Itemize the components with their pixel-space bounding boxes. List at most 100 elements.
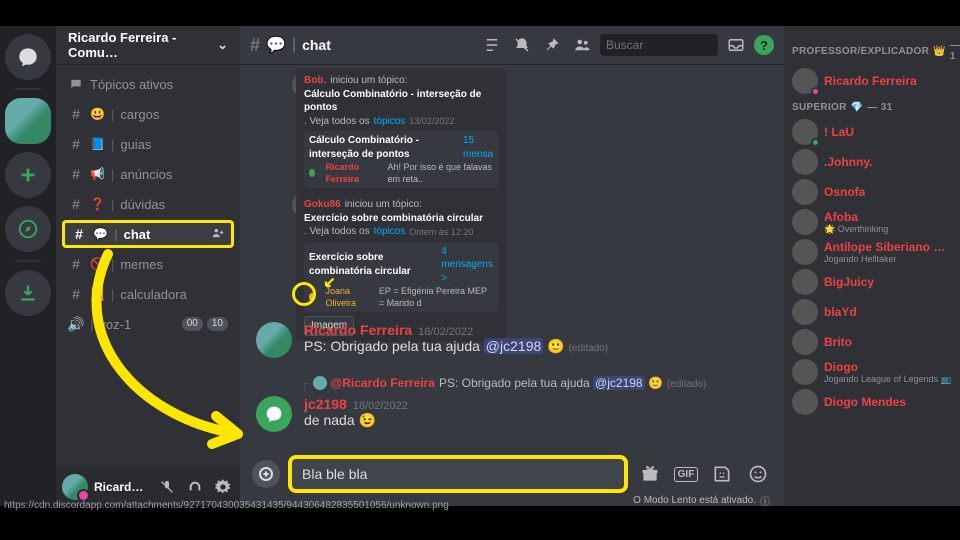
member-name: ! LaU (824, 125, 854, 139)
mention[interactable]: @jc2198 (593, 376, 645, 390)
member-avatar (792, 149, 818, 175)
member-name: Antílope Siberiano Par… (824, 240, 952, 254)
channel-item-guias[interactable]: #📘|guias (62, 130, 234, 158)
mention[interactable]: @jc2198 (484, 338, 543, 354)
members-toggle-button[interactable] (570, 33, 594, 57)
thread-author: Goku86 (304, 198, 341, 212)
status-dot (811, 138, 820, 147)
channel-emoji: ❓ (90, 197, 105, 211)
add-user-icon[interactable] (211, 226, 225, 243)
member-row[interactable]: Diogo Mendes (790, 387, 954, 417)
emoji-icon: 🙂 (547, 338, 564, 354)
channel-name: voz-1 (99, 317, 175, 332)
bar-icon: | (114, 227, 118, 242)
chevron-down-icon: ⌄ (217, 37, 228, 53)
bar-icon: | (111, 137, 114, 152)
message-input[interactable] (302, 466, 614, 482)
member-name: Ricardo Ferreira (824, 74, 917, 88)
pinned-button[interactable] (540, 33, 564, 57)
emoji-button[interactable] (744, 460, 772, 488)
annotation-circle (292, 282, 316, 306)
sticker-button[interactable] (708, 460, 736, 488)
message-list[interactable]: Bob. iniciou um tópico: Cálculo Combinat… (240, 64, 784, 450)
see-all-link[interactable]: tópicos (374, 115, 406, 129)
explore-button[interactable] (5, 206, 51, 252)
help-button[interactable]: ? (754, 35, 774, 55)
channel-emoji: 💬 (266, 35, 286, 55)
channel-item-memes[interactable]: # 🚫 | memes (62, 250, 234, 278)
message-author[interactable]: Ricardo Ferreira (304, 322, 412, 338)
hash-icon: # (68, 256, 84, 272)
member-row[interactable]: BigJuicy (790, 267, 954, 297)
channel-item-chat[interactable]: #💬|chat (62, 220, 234, 248)
server-header[interactable]: Ricardo Ferreira - Comu… ⌄ (56, 26, 240, 64)
gift-button[interactable] (636, 460, 664, 488)
add-server-button[interactable] (5, 152, 51, 198)
member-activity: 🌟 Overthinking (824, 224, 888, 235)
attach-button[interactable] (252, 460, 280, 488)
channel-item-calculadora[interactable]: #🧮|calculadora (62, 280, 234, 308)
message[interactable]: Ricardo Ferreira 18/02/2022 PS: Obrigado… (256, 322, 776, 358)
channel-name: memes (120, 257, 228, 272)
avatar[interactable] (256, 322, 292, 358)
notifications-button[interactable] (510, 33, 534, 57)
member-avatar (792, 359, 818, 385)
member-row[interactable]: .Johnny. (790, 147, 954, 177)
message-input-wrapper[interactable] (288, 455, 628, 493)
reply-author[interactable]: @Ricardo Ferreira (331, 376, 435, 390)
server-avatar-selected[interactable] (5, 98, 51, 144)
member-row[interactable]: blaYd (790, 297, 954, 327)
chat-column: # 💬 | chat ? Bob. iniciou um t (240, 26, 784, 506)
member-avatar (792, 179, 818, 205)
see-all-link[interactable]: tópicos (374, 225, 406, 239)
members-section-header: SUPERIOR 💎 — 31 (792, 102, 952, 113)
self-username: Ricardo Ferr… (94, 480, 150, 494)
info-icon: ⓘ (760, 493, 770, 508)
member-row[interactable]: Brito (790, 327, 954, 357)
bar-icon: | (111, 257, 114, 272)
channel-item-cargos[interactable]: #😃|cargos (62, 100, 234, 128)
self-avatar[interactable] (62, 474, 88, 500)
channel-emoji: 📘 (90, 137, 105, 151)
member-row[interactable]: Ricardo Ferreira (790, 66, 954, 96)
reply-reference[interactable]: ┌ @Ricardo Ferreira PS: Obrigado pela tu… (300, 376, 776, 390)
member-activity: Jogando League of Legends 📺 (824, 374, 952, 385)
hash-icon: # (68, 166, 84, 182)
download-button[interactable] (5, 270, 51, 316)
avatar[interactable] (256, 396, 292, 432)
member-row[interactable]: Osnofa (790, 177, 954, 207)
message-author[interactable]: jc2198 (304, 396, 347, 412)
channel-item-dúvidas[interactable]: #❓|dúvidas (62, 190, 234, 218)
gif-button[interactable]: GIF (672, 460, 700, 488)
voice-badge: 00 (182, 317, 203, 331)
reply-avatar (313, 376, 327, 390)
channel-item-voz-1[interactable]: 🔊|voz-10010 (62, 310, 234, 338)
channel-emoji: 🚫 (90, 257, 105, 271)
member-row[interactable]: DiogoJogando League of Legends 📺 (790, 357, 954, 387)
rail-separator (14, 88, 42, 90)
member-row[interactable]: Afoba🌟 Overthinking (790, 207, 954, 237)
message-timestamp: 18/02/2022 (418, 326, 473, 338)
home-button[interactable] (5, 34, 51, 80)
channel-name: guias (120, 137, 228, 152)
channel-item-anúncios[interactable]: #📢|anúncios (62, 160, 234, 188)
chat-header: # 💬 | chat ? (240, 26, 784, 64)
member-name: Osnofa (824, 185, 865, 199)
member-row[interactable]: Antílope Siberiano Par…Jogando Helltaker (790, 237, 954, 267)
inbox-button[interactable] (724, 33, 748, 57)
channel-item-Tópicos ativos[interactable]: Tópicos ativos (62, 70, 234, 98)
thread-title: Exercício sobre combinatória circular (304, 212, 498, 226)
deafen-button[interactable] (184, 476, 206, 498)
hash-icon: # (250, 35, 260, 56)
message[interactable]: jc2198 18/02/2022 de nada 😉 (256, 396, 776, 432)
thread-started-label: iniciou um tópico: (330, 74, 407, 88)
member-avatar (792, 299, 818, 325)
mute-mic-button[interactable] (156, 476, 178, 498)
channel-name: anúncios (120, 167, 228, 182)
search-box[interactable] (600, 34, 718, 56)
thread-preview-2[interactable]: Goku86 iniciou um tópico: Exercício sobr… (296, 192, 506, 342)
threads-button[interactable] (480, 33, 504, 57)
member-row[interactable]: ! LaU (790, 117, 954, 147)
member-avatar (792, 389, 818, 415)
user-settings-button[interactable] (212, 476, 234, 498)
